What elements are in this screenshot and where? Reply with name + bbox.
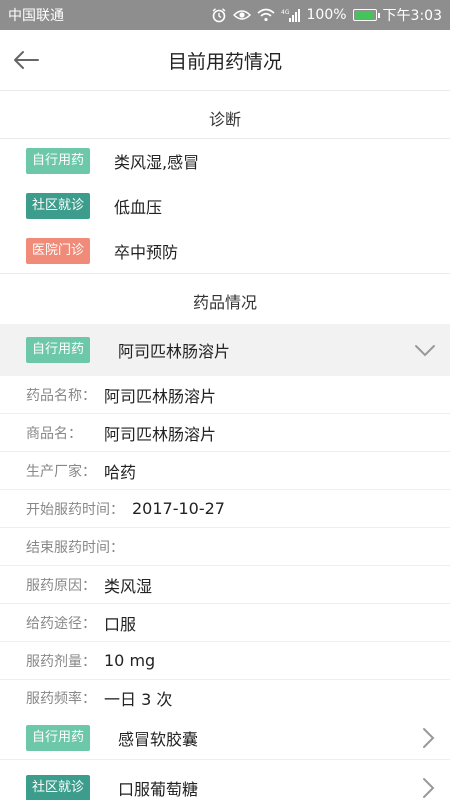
diagnosis-item: 医院门诊 卒中预防 <box>26 238 178 264</box>
tag-community-visit: 社区就诊 <box>26 193 91 219</box>
chevron-right-icon <box>423 778 435 798</box>
signal-icon: 4G <box>281 9 300 22</box>
chevron-down-icon[interactable] <box>412 337 438 363</box>
detail-label: 服药原因： <box>26 577 96 594</box>
drug-list-item[interactable]: 社区就诊 口服葡萄糖 <box>0 766 450 800</box>
detail-label: 给药途径： <box>26 615 96 632</box>
detail-value: 一日 3 次 <box>104 690 173 709</box>
diagnosis-text: 卒中预防 <box>114 243 179 262</box>
detail-label: 商品名： <box>26 425 82 442</box>
wifi-icon <box>256 8 275 22</box>
diagnosis-item: 社区就诊 低血压 <box>26 193 162 219</box>
detail-label: 生产厂家： <box>26 463 96 480</box>
clock: 下午3:03 <box>382 8 442 24</box>
status-icons: 4G 100% 下午3:03 <box>211 5 442 25</box>
detail-row: 服药频率： 一日 3 次 <box>0 680 450 716</box>
detail-label: 服药频率： <box>26 691 96 707</box>
status-bar: 中国联通 4G 100% 下午3:03 <box>0 0 450 30</box>
chevron-right-icon <box>423 728 435 748</box>
drug-name: 阿司匹林肠溶片 <box>118 342 231 361</box>
divider <box>0 138 450 139</box>
page-title: 目前用药情况 <box>167 50 282 73</box>
diagnosis-item: 自行用药 类风湿,感冒 <box>26 148 199 174</box>
arrow-left-icon <box>14 51 39 69</box>
battery-icon <box>352 9 380 21</box>
diagnosis-title: 诊断 <box>208 110 241 129</box>
detail-row: 商品名： 阿司匹林肠溶片 <box>0 414 450 452</box>
detail-value: 2017-10-27 <box>132 499 225 518</box>
detail-value: 阿司匹林肠溶片 <box>104 424 217 444</box>
detail-row: 药品名称： 阿司匹林肠溶片 <box>0 376 450 414</box>
tag-self-medication: 自行用药 <box>26 148 91 174</box>
detail-row: 生产厂家： 哈药 <box>0 452 450 490</box>
detail-label: 药品名称： <box>26 387 96 404</box>
diagnosis-text: 类风湿,感冒 <box>114 153 200 172</box>
back-button[interactable] <box>10 44 42 76</box>
detail-value: 哈药 <box>104 462 137 482</box>
nav-bar: 目前用药情况 <box>0 30 450 91</box>
detail-value: 口服 <box>104 614 137 634</box>
tag-hospital-outpatient: 医院门诊 <box>26 238 91 264</box>
network-type: 4G <box>281 9 290 16</box>
diagnosis-text: 低血压 <box>114 198 163 217</box>
divider <box>0 273 450 274</box>
alarm-icon <box>212 8 225 23</box>
drug-header-expanded[interactable]: 自行用药 阿司匹林肠溶片 <box>0 324 450 376</box>
drug-name: 感冒软胶囊 <box>118 729 199 749</box>
drug-name: 口服葡萄糖 <box>118 779 199 799</box>
detail-row: 开始服药时间： 2017-10-27 <box>0 490 450 528</box>
detail-label: 服药剂量： <box>26 653 96 670</box>
detail-value: 阿司匹林肠溶片 <box>104 386 217 406</box>
tag-community-visit: 社区就诊 <box>26 774 91 800</box>
detail-row: 给药途径： 口服 <box>0 604 450 642</box>
tag-self-medication: 自行用药 <box>26 337 91 363</box>
battery-percent: 100% <box>306 7 347 23</box>
detail-row: 结束服药时间： <box>0 528 450 566</box>
detail-label: 结束服药时间： <box>26 539 124 556</box>
drug-list-item[interactable]: 自行用药 感冒软胶囊 <box>0 716 450 760</box>
detail-label: 开始服药时间： <box>26 501 124 518</box>
detail-value: 10 mg <box>104 651 156 670</box>
battery-fill <box>354 11 374 19</box>
detail-row: 服药剂量： 10 mg <box>0 642 450 680</box>
eye-icon <box>232 10 251 20</box>
detail-value: 类风湿 <box>104 576 153 596</box>
detail-row: 服药原因： 类风湿 <box>0 566 450 604</box>
carrier-name: 中国联通 <box>8 8 64 24</box>
tag-self-medication: 自行用药 <box>26 724 91 751</box>
drugs-title: 药品情况 <box>192 293 257 312</box>
